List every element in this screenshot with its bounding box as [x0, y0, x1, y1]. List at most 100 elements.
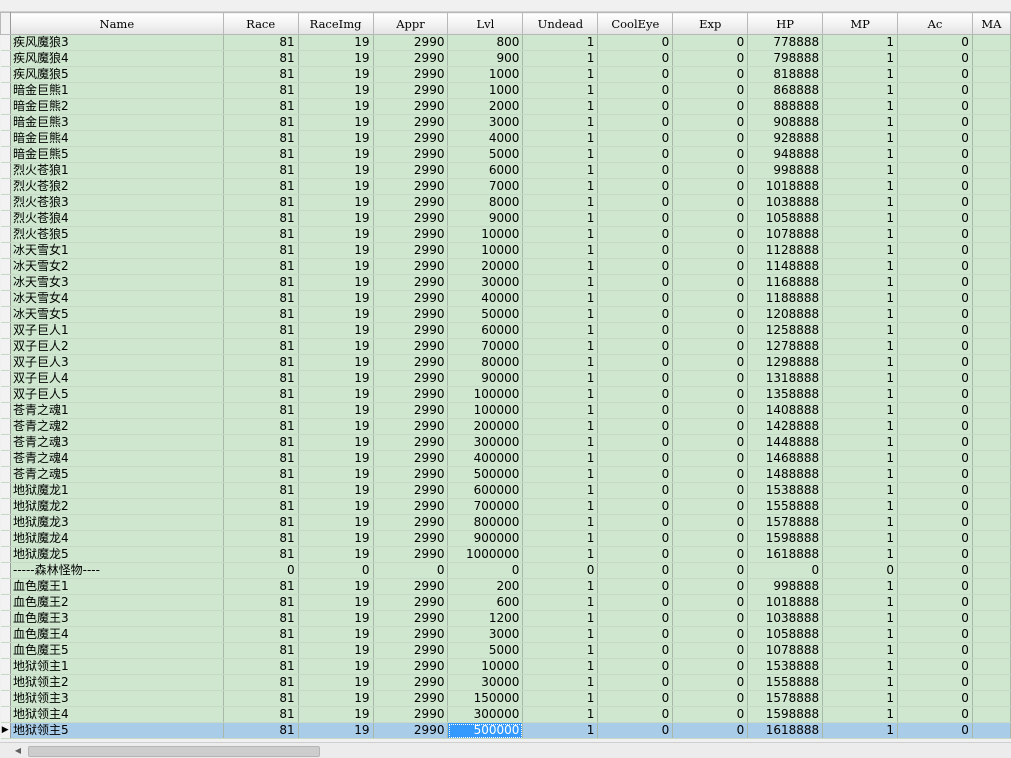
cell-mp[interactable]: 1 [822, 594, 899, 611]
cell-cooleye[interactable]: 0 [597, 258, 674, 275]
cell-lvl[interactable]: 100000 [447, 402, 524, 419]
table-row[interactable]: 血色魔王3 81 19 2990 1200 1 0 0 1038888 1 0 [0, 610, 1011, 627]
cell-ma[interactable] [972, 130, 1011, 147]
cell-raceimg[interactable]: 19 [298, 722, 374, 739]
column-header-undead[interactable]: Undead [522, 12, 599, 35]
row-selector[interactable] [0, 114, 11, 131]
cell-undead[interactable]: 1 [522, 370, 599, 387]
cell-cooleye[interactable]: 0 [597, 482, 674, 499]
cell-hp[interactable]: 1168888 [747, 274, 824, 291]
cell-ac[interactable]: 0 [897, 530, 973, 547]
cell-race[interactable]: 81 [223, 98, 299, 115]
table-row[interactable]: -----森林怪物---- 0 0 0 0 0 0 0 0 0 0 [0, 562, 1011, 579]
cell-name[interactable]: 苍青之魂4 [10, 450, 224, 467]
cell-cooleye[interactable]: 0 [597, 146, 674, 163]
cell-appr[interactable]: 2990 [373, 434, 449, 451]
table-row[interactable]: 烈火苍狼1 81 19 2990 6000 1 0 0 998888 1 0 [0, 162, 1011, 179]
cell-appr[interactable]: 2990 [373, 162, 449, 179]
row-selector[interactable] [0, 578, 11, 595]
cell-exp[interactable]: 0 [672, 594, 749, 611]
cell-raceimg[interactable]: 19 [298, 370, 374, 387]
cell-hp[interactable]: 1058888 [747, 210, 824, 227]
cell-exp[interactable]: 0 [672, 434, 749, 451]
cell-hp[interactable]: 0 [747, 562, 824, 579]
column-header-cooleye[interactable]: CoolEye [597, 12, 674, 35]
cell-raceimg[interactable]: 19 [298, 130, 374, 147]
cell-race[interactable]: 81 [223, 82, 299, 99]
cell-raceimg[interactable]: 19 [298, 498, 374, 515]
cell-undead[interactable]: 1 [522, 162, 599, 179]
cell-exp[interactable]: 0 [672, 450, 749, 467]
cell-lvl[interactable]: 600 [447, 594, 524, 611]
cell-name[interactable]: 地狱魔龙3 [10, 514, 224, 531]
cell-hp[interactable]: 1578888 [747, 690, 824, 707]
cell-race[interactable]: 81 [223, 546, 299, 563]
cell-cooleye[interactable]: 0 [597, 290, 674, 307]
cell-name[interactable]: 地狱魔龙4 [10, 530, 224, 547]
cell-hp[interactable]: 948888 [747, 146, 824, 163]
cell-name[interactable]: 暗金巨熊2 [10, 98, 224, 115]
cell-race[interactable]: 81 [223, 482, 299, 499]
cell-ma[interactable] [972, 722, 1011, 739]
table-row[interactable]: 苍青之魂2 81 19 2990 200000 1 0 0 1428888 1 0 [0, 418, 1011, 435]
cell-hp[interactable]: 1018888 [747, 178, 824, 195]
cell-undead[interactable]: 1 [522, 274, 599, 291]
column-header-name[interactable]: Name [9, 12, 224, 35]
table-row[interactable]: 疾风魔狼5 81 19 2990 1000 1 0 0 818888 1 0 [0, 66, 1011, 83]
row-selector[interactable] [0, 290, 11, 307]
cell-raceimg[interactable]: 19 [298, 258, 374, 275]
cell-race[interactable]: 81 [223, 178, 299, 195]
cell-lvl[interactable]: 1200 [447, 610, 524, 627]
cell-raceimg[interactable]: 19 [298, 626, 374, 643]
cell-appr[interactable]: 2990 [373, 306, 449, 323]
table-row[interactable]: 烈火苍狼5 81 19 2990 10000 1 0 0 1078888 1 0 [0, 226, 1011, 243]
cell-hp[interactable]: 1578888 [747, 514, 824, 531]
table-row[interactable]: 暗金巨熊4 81 19 2990 4000 1 0 0 928888 1 0 [0, 130, 1011, 147]
cell-mp[interactable]: 1 [822, 546, 899, 563]
cell-mp[interactable]: 1 [822, 162, 899, 179]
row-selector[interactable] [0, 562, 11, 579]
cell-race[interactable]: 81 [223, 434, 299, 451]
row-selector[interactable] [0, 82, 11, 99]
table-row[interactable]: 双子巨人4 81 19 2990 90000 1 0 0 1318888 1 0 [0, 370, 1011, 387]
column-header-appr[interactable]: Appr [372, 12, 449, 35]
cell-ac[interactable]: 0 [897, 322, 973, 339]
cell-cooleye[interactable]: 0 [597, 162, 674, 179]
cell-ma[interactable] [972, 482, 1011, 499]
cell-exp[interactable]: 0 [672, 306, 749, 323]
cell-mp[interactable]: 1 [822, 466, 899, 483]
cell-ac[interactable]: 0 [897, 386, 973, 403]
cell-mp[interactable]: 1 [822, 146, 899, 163]
cell-name[interactable]: 烈火苍狼2 [10, 178, 224, 195]
cell-ma[interactable] [972, 690, 1011, 707]
cell-appr[interactable]: 2990 [373, 690, 449, 707]
cell-mp[interactable]: 1 [822, 322, 899, 339]
cell-lvl[interactable]: 4000 [447, 130, 524, 147]
scroll-left-arrow-icon[interactable]: ◀ [10, 743, 26, 758]
cell-raceimg[interactable]: 19 [298, 386, 374, 403]
table-row[interactable]: 冰天雪女2 81 19 2990 20000 1 0 0 1148888 1 0 [0, 258, 1011, 275]
cell-hp[interactable]: 1468888 [747, 450, 824, 467]
cell-ac[interactable]: 0 [897, 642, 973, 659]
cell-ac[interactable]: 0 [897, 50, 973, 67]
row-selector[interactable] [0, 146, 11, 163]
cell-ma[interactable] [972, 338, 1011, 355]
cell-hp[interactable]: 1038888 [747, 610, 824, 627]
row-selector[interactable] [0, 210, 11, 227]
cell-hp[interactable]: 1258888 [747, 322, 824, 339]
cell-mp[interactable]: 1 [822, 690, 899, 707]
cell-hp[interactable]: 798888 [747, 50, 824, 67]
cell-cooleye[interactable]: 0 [597, 370, 674, 387]
cell-mp[interactable]: 1 [822, 450, 899, 467]
cell-name[interactable]: 血色魔王4 [10, 626, 224, 643]
cell-ac[interactable]: 0 [897, 418, 973, 435]
cell-ma[interactable] [972, 210, 1011, 227]
cell-hp[interactable]: 1148888 [747, 258, 824, 275]
cell-lvl[interactable]: 50000 [447, 306, 524, 323]
table-row[interactable]: 血色魔王1 81 19 2990 200 1 0 0 998888 1 0 [0, 578, 1011, 595]
cell-appr[interactable]: 2990 [373, 386, 449, 403]
cell-name[interactable]: 双子巨人1 [10, 322, 224, 339]
cell-lvl[interactable]: 100000 [447, 386, 524, 403]
cell-exp[interactable]: 0 [672, 290, 749, 307]
cell-cooleye[interactable]: 0 [597, 562, 674, 579]
